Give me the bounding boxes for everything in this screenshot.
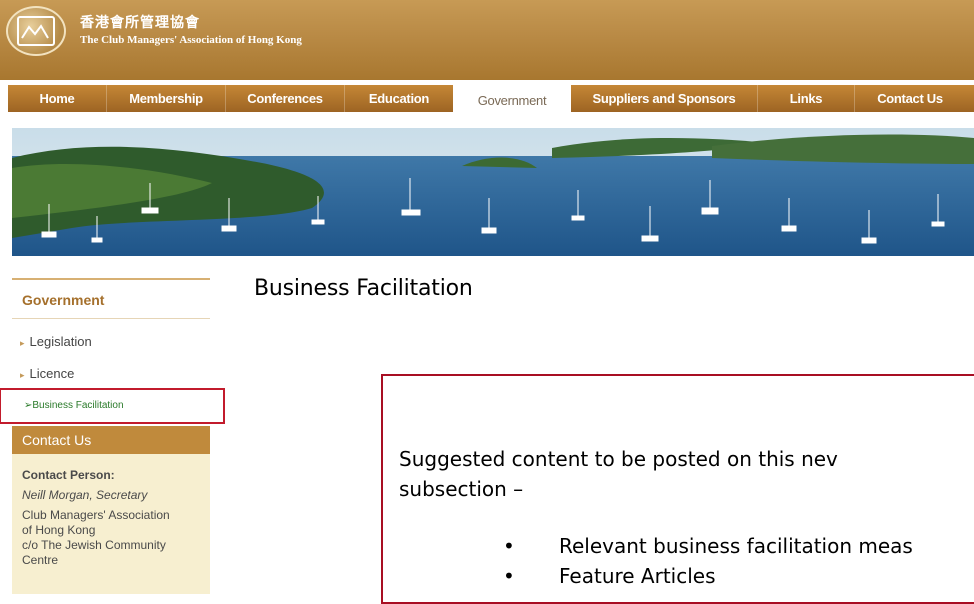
callout-bullet-item: • Feature Articles [503,564,716,588]
callout-bullet-text: Relevant business facilitation meas [559,534,913,558]
contact-person-label: Contact Person: [22,468,115,482]
sidebar-divider [12,278,210,280]
page-title: Business Facilitation [254,276,473,301]
highlight-box [0,388,225,424]
callout-intro: Suggested content to be posted on this n… [399,444,838,504]
logo-chinese-name: 香港會所管理協會 [80,15,200,31]
contact-person-name: Neill Morgan, Secretary [22,488,148,502]
sidebar-item-label: Legislation [29,334,92,349]
nav-conferences[interactable]: Conferences [225,85,344,112]
callout-line: subsection – [399,477,524,501]
bullet-dot-icon: • [503,564,515,588]
sidebar: Government ▸ Legislation ▸ Licence ➢Busine… [0,278,225,594]
callout-bullet-text: Feature Articles [559,564,716,588]
site-header: 香港會所管理協會 The Club Managers' Association … [0,0,974,80]
contact-org-line: of Hong Kong [22,523,96,537]
nav-membership[interactable]: Membership [106,85,225,112]
suggested-content-callout: Suggested content to be posted on this n… [381,374,974,604]
contact-address-line: Centre [22,553,59,567]
association-logo-icon[interactable] [6,6,66,56]
harbour-banner-image [12,128,974,256]
contact-address-line: c/o The Jewish Community [22,538,166,552]
nav-contact-us[interactable]: Contact Us [854,85,965,112]
callout-bullet-item: • Relevant business facilitation meas [503,534,913,558]
logo-english-name: The Club Managers' Association of Hong K… [80,34,302,46]
main-navigation: Home Membership Conferences Education Go… [8,85,974,112]
sidebar-item-legislation[interactable]: ▸ Legislation [20,334,92,349]
contact-org-line: Club Managers' Association [22,508,170,522]
bullet-arrow-icon: ▸ [20,338,25,348]
nav-suppliers-sponsors[interactable]: Suppliers and Sponsors [571,85,757,112]
nav-home[interactable]: Home [8,85,106,112]
contact-info-panel: Contact Person: Neill Morgan, Secretary … [12,454,210,594]
sidebar-item-licence[interactable]: ▸ Licence [20,366,74,381]
bullet-arrow-icon: ▸ [20,370,25,380]
sidebar-title: Government [22,292,105,308]
nav-links[interactable]: Links [757,85,854,112]
sidebar-item-label: Licence [29,366,75,381]
contact-us-title: Contact Us [22,432,92,448]
callout-line: Suggested content to be posted on this n… [399,447,838,471]
contact-us-header: Contact Us [12,426,210,454]
bullet-dot-icon: • [503,534,515,558]
sidebar-title-divider [12,318,210,319]
nav-government[interactable]: Government [453,85,571,112]
nav-education[interactable]: Education [344,85,453,112]
